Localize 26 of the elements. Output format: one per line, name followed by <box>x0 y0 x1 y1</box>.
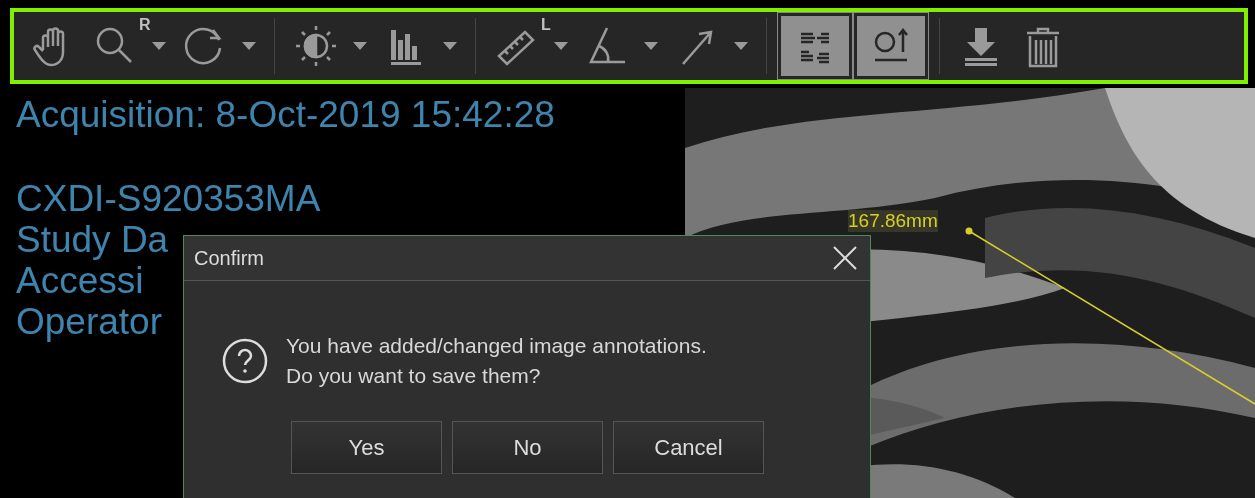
measurement-label: 167.86mm <box>848 210 938 232</box>
info-text: Study Da <box>16 219 169 260</box>
caret-icon[interactable] <box>242 42 256 50</box>
tool-button[interactable] <box>781 16 849 76</box>
dialog-message: Do you want to save them? <box>286 363 542 389</box>
caret-icon[interactable] <box>443 42 457 50</box>
caret-icon[interactable] <box>554 42 568 50</box>
contrast-icon <box>294 24 338 68</box>
tool-button[interactable] <box>857 16 925 76</box>
info-text: Acquisition: 8-Oct-2019 15:42:28 <box>16 94 555 135</box>
close-button[interactable] <box>832 245 858 271</box>
dialog-message: You have added/changed image annotations. <box>286 333 707 359</box>
dialog-button[interactable]: No <box>452 421 603 474</box>
info-text: Operator <box>16 301 162 342</box>
caret-icon[interactable] <box>644 42 658 50</box>
caret-icon[interactable] <box>152 42 166 50</box>
info-text: CXDI-S920353MA <box>16 178 321 219</box>
caret-icon[interactable] <box>734 42 748 50</box>
dialog-button[interactable]: Cancel <box>613 421 764 474</box>
dialog-button[interactable]: Yes <box>291 421 442 474</box>
dialog-title: Confirm <box>194 246 264 270</box>
question-icon <box>222 338 268 384</box>
caret-icon[interactable] <box>353 42 367 50</box>
superscript-label: R <box>139 16 151 34</box>
superscript-label: L <box>541 16 551 34</box>
info-text: Accessi <box>16 260 144 301</box>
